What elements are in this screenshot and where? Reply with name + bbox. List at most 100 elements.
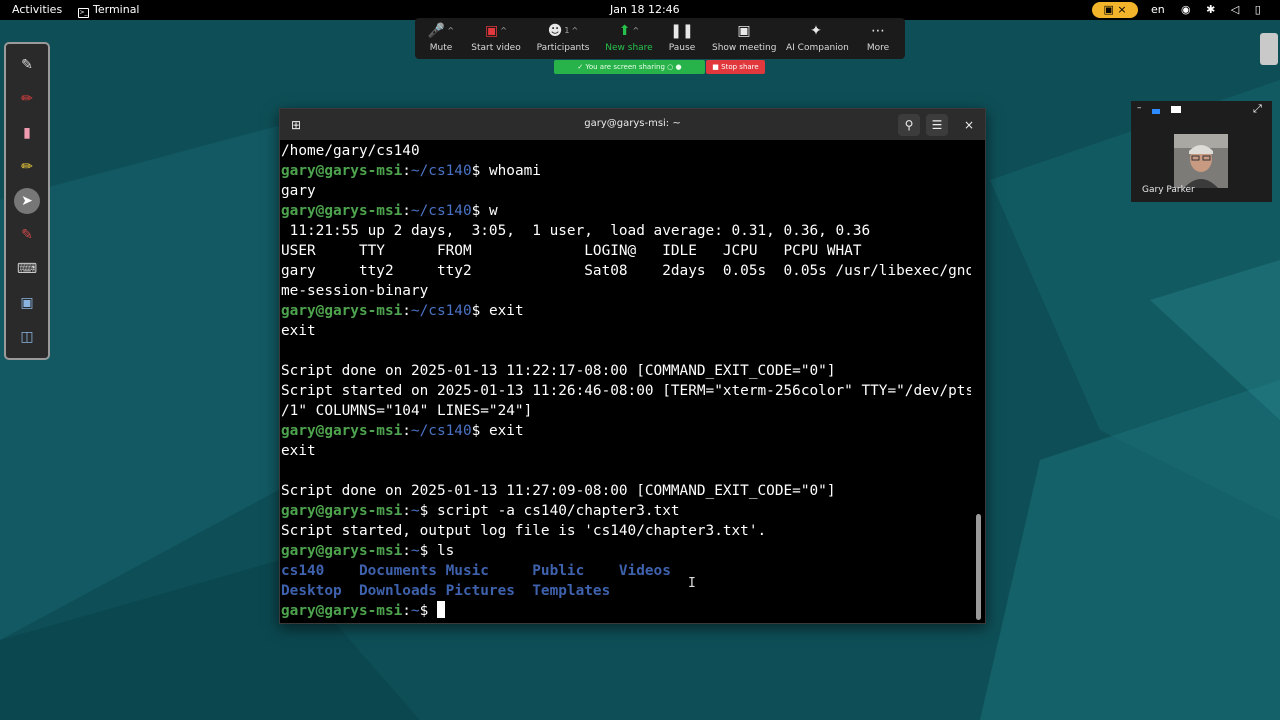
ls-output-row: Desktop Downloads Pictures Templates bbox=[281, 581, 971, 601]
pointer-tool-icon[interactable]: ➤ bbox=[14, 188, 40, 214]
prompt-separator: : bbox=[402, 203, 411, 219]
terminal-line: exit bbox=[281, 323, 316, 339]
prompt-path: ~ bbox=[410, 503, 420, 519]
search-button[interactable]: ⚲ bbox=[898, 114, 920, 136]
participants-count: 1 bbox=[564, 26, 570, 35]
top-bar: Activities >_ Terminal Jan 18 12:46 ▣ × e… bbox=[0, 0, 1280, 20]
terminal-prompt-line: gary@garys-msi:~/cs140$ w bbox=[281, 201, 971, 221]
new-share-button[interactable]: ⬆ ^ New share bbox=[604, 20, 654, 58]
mute-label: Mute bbox=[429, 43, 453, 53]
more-button[interactable]: ⋯ More bbox=[863, 20, 893, 58]
mouse-ibeam-cursor-icon: I bbox=[688, 576, 696, 591]
prompt-path: ~/cs140 bbox=[410, 203, 472, 219]
close-icon: × bbox=[963, 118, 975, 132]
participants-label: Participants bbox=[536, 43, 590, 53]
start-video-button[interactable]: ▣ ^ Start video bbox=[471, 20, 521, 58]
expand-icon[interactable]: ⤢ bbox=[1253, 102, 1262, 116]
terminal-prompt-line: gary@garys-msi:~/cs140$ exit bbox=[281, 301, 971, 321]
directory-entry: Videos bbox=[610, 563, 671, 579]
close-button[interactable]: × bbox=[958, 114, 980, 136]
participant-video bbox=[1174, 134, 1228, 188]
terminal-line: Script started on 2025-01-13 11:26:46-08… bbox=[281, 383, 971, 399]
keyboard-layout-indicator[interactable]: en bbox=[1151, 3, 1165, 16]
pen-tool-icon[interactable]: ✏ bbox=[14, 86, 40, 112]
video-panel-controls: – ⤢ bbox=[1131, 101, 1272, 119]
eraser-tool-icon[interactable]: ▮ bbox=[14, 120, 40, 146]
view-mode-icon[interactable] bbox=[1152, 109, 1160, 114]
video-thumbnail-panel[interactable]: – ⤢ Gary Parker bbox=[1131, 101, 1272, 202]
terminal-line: 11:21:55 up 2 days, 3:05, 1 user, load a… bbox=[281, 223, 871, 239]
share-screen-icon: ⬆ ^ bbox=[618, 23, 640, 39]
prompt-separator: : bbox=[402, 423, 411, 439]
ls-output-row: cs140 Documents Music Public Videos bbox=[281, 561, 971, 581]
more-label: More bbox=[866, 43, 890, 53]
terminal-line: Script started, output log file is 'cs14… bbox=[281, 523, 767, 539]
directory-entry: Templates bbox=[523, 583, 611, 599]
participants-button[interactable]: ☻ 1 ^ Participants bbox=[535, 20, 591, 58]
prompt-separator: : bbox=[402, 303, 411, 319]
side-panel-handle[interactable] bbox=[1260, 33, 1278, 65]
share-indicator-icon: ▣ × bbox=[1103, 3, 1127, 16]
stop-share-button[interactable]: ■ Stop share bbox=[706, 60, 765, 74]
terminal-prompt-line: gary@garys-msi:~/cs140$ whoami bbox=[281, 161, 971, 181]
terminal-line: Script done on 2025-01-13 11:22:17-08:00… bbox=[281, 363, 836, 379]
command-text: $ whoami bbox=[471, 163, 541, 179]
pause-icon: ❚❚ bbox=[670, 23, 694, 39]
system-status-icons[interactable]: ◉ ✱ ◁ ▯ bbox=[1181, 3, 1267, 16]
command-text: $ bbox=[419, 603, 437, 619]
speaker-view-icon[interactable] bbox=[1171, 106, 1181, 113]
prompt-user-host: gary@garys-msi bbox=[281, 423, 403, 439]
prompt-user-host: gary@garys-msi bbox=[281, 163, 403, 179]
show-meeting-button[interactable]: ▣ Show meeting bbox=[712, 20, 776, 58]
prompt-user-host: gary@garys-msi bbox=[281, 503, 403, 519]
clock[interactable]: Jan 18 12:46 bbox=[610, 3, 680, 16]
directory-entry: Music bbox=[436, 563, 524, 579]
command-text: $ exit bbox=[471, 303, 524, 319]
shield-icon: ✓ bbox=[577, 63, 584, 71]
terminal-header-bar[interactable]: ⊞ gary@garys-msi: ~ ⚲ ☰ × bbox=[280, 109, 985, 140]
prompt-path: ~/cs140 bbox=[410, 163, 472, 179]
terminal-prompt-line: gary@garys-msi:~$ bbox=[281, 601, 971, 621]
prompt-path: ~/cs140 bbox=[410, 303, 472, 319]
color-picker-icon[interactable]: ✎ bbox=[14, 222, 40, 248]
terminal-line: /home/gary/cs140 bbox=[281, 143, 420, 159]
highlighter-tool-icon[interactable]: ✏ bbox=[14, 154, 40, 180]
prompt-path: ~ bbox=[410, 603, 420, 619]
pause-share-button[interactable]: ❚❚ Pause bbox=[667, 20, 697, 58]
video-off-icon: ▣ ^ bbox=[485, 23, 507, 39]
terminal-line: /1" COLUMNS="104" LINES="24"] bbox=[281, 403, 533, 419]
ai-companion-button[interactable]: ✦ AI Companion bbox=[786, 20, 849, 58]
new-share-label: New share bbox=[605, 43, 653, 53]
mute-button[interactable]: 🎤 ^ Mute bbox=[423, 20, 459, 58]
stop-share-label: Stop share bbox=[721, 63, 759, 71]
screen-icon[interactable]: ◫ bbox=[14, 324, 40, 350]
microphone-icon: 🎤 ^ bbox=[427, 23, 455, 39]
directory-entry: Pictures bbox=[436, 583, 524, 599]
command-text: $ script -a cs140/chapter3.txt bbox=[419, 503, 680, 519]
activities-button[interactable]: Activities bbox=[12, 3, 62, 16]
screen-share-indicator[interactable]: ▣ × bbox=[1092, 2, 1138, 18]
menu-button[interactable]: ☰ bbox=[926, 114, 948, 136]
whiteboard-tool-icon[interactable]: ✎ bbox=[14, 52, 40, 78]
keyboard-icon[interactable]: ⌨ bbox=[14, 256, 40, 282]
terminal-window: ⊞ gary@garys-msi: ~ ⚲ ☰ × /home/gary/cs1… bbox=[279, 108, 986, 624]
more-icon: ⋯ bbox=[871, 23, 885, 39]
participant-name: Gary Parker bbox=[1142, 185, 1195, 195]
terminal-prompt-line: gary@garys-msi:~/cs140$ exit bbox=[281, 421, 971, 441]
prompt-separator: : bbox=[402, 603, 411, 619]
screen-capture-icon[interactable]: ▣ bbox=[14, 290, 40, 316]
pause-label: Pause bbox=[668, 43, 696, 53]
minimize-icon[interactable]: – bbox=[1137, 103, 1142, 113]
app-menu-terminal[interactable]: >_ Terminal bbox=[78, 3, 140, 18]
command-text: $ ls bbox=[419, 543, 455, 559]
prompt-separator: : bbox=[402, 503, 411, 519]
hamburger-menu-icon: ☰ bbox=[931, 118, 943, 132]
command-text: $ exit bbox=[471, 423, 524, 439]
terminal-output[interactable]: /home/gary/cs140 gary@garys-msi:~/cs140$ … bbox=[281, 141, 971, 621]
status-dot-icon: ○ ● bbox=[667, 63, 682, 71]
terminal-prompt-line: gary@garys-msi:~$ ls bbox=[281, 541, 971, 561]
prompt-path: ~/cs140 bbox=[410, 423, 472, 439]
screen-sharing-status[interactable]: ✓ You are screen sharing ○ ● bbox=[554, 60, 705, 74]
scrollbar[interactable] bbox=[976, 514, 981, 620]
